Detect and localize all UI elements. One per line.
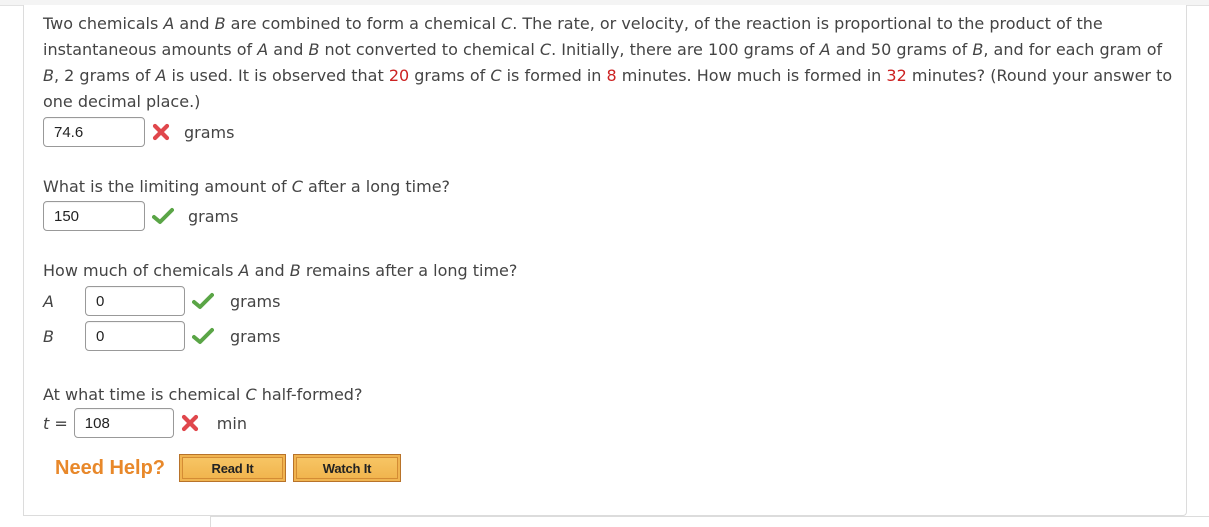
variable-c: C (291, 177, 303, 196)
question-text-segment: and (268, 40, 309, 59)
answer-row-limiting-amount: 150 grams (43, 201, 238, 231)
variable-a: A (238, 261, 250, 280)
unit-label: grams (188, 206, 239, 226)
variable: B (43, 66, 54, 85)
prompt-text: half-formed? (256, 385, 363, 404)
prompt-text: after a long time? (302, 177, 451, 196)
label-a: A (43, 291, 54, 311)
question-text-segment: and 50 grams of (830, 40, 973, 59)
need-help-label: Need Help? (55, 456, 166, 479)
variable-b: B (289, 261, 301, 280)
answer-input-remaining-b[interactable]: 0 (85, 321, 185, 351)
watch-it-button[interactable]: Watch It (293, 454, 402, 482)
variable: A (163, 14, 175, 33)
variable: C (539, 40, 552, 59)
equals-sign: = (49, 413, 68, 433)
label-b: B (43, 326, 54, 346)
question-text-segment: is used. It is observed that (166, 66, 389, 85)
variable-c: C (245, 385, 257, 404)
answer-input-remaining-a[interactable]: 0 (85, 286, 185, 316)
variable: C (490, 66, 502, 85)
variable: A (155, 66, 167, 85)
prompt-text: What is the limiting amount of (43, 177, 292, 196)
answer-input-grams-formed[interactable]: 74.6 (43, 117, 145, 147)
question-text-segment: , and for each gram of (983, 40, 1163, 59)
answer-input-half-formed-time[interactable]: 108 (73, 408, 174, 438)
question-text-segment: . Initially, there are 100 grams of (551, 40, 820, 59)
unit-label: grams (184, 122, 235, 142)
variable: B (214, 14, 226, 33)
answer-row-half-formed-time: t = 108 min (43, 408, 247, 438)
label-t: t = (43, 414, 68, 433)
answer-row-remaining-b: B 0 grams (43, 321, 280, 351)
variable: A (257, 40, 269, 59)
question-text-segment: not converted to chemical (319, 40, 540, 59)
unit-label: min (216, 413, 247, 433)
x-mark-icon (150, 121, 172, 143)
highlighted-value: 32 (886, 66, 907, 85)
variable: C (501, 14, 513, 33)
variable: B (308, 40, 320, 59)
question-text-segment: and (174, 14, 215, 33)
read-it-button[interactable]: Read It (179, 454, 287, 482)
help-section: Need Help? Read It Watch It (55, 454, 408, 482)
next-panel-edge (210, 516, 1209, 527)
check-mark-icon (192, 290, 214, 312)
answer-input-limiting-amount[interactable]: 150 (43, 201, 145, 231)
check-mark-icon (192, 325, 214, 347)
question-text-segment: minutes. How much is formed in (616, 66, 887, 85)
question-text: Two chemicals A and B are combined to fo… (43, 11, 1173, 115)
answer-row-grams-formed: 74.6 grams (43, 117, 234, 147)
answer-row-remaining-a: A 0 grams (43, 286, 280, 316)
question-text-segment: Two chemicals (43, 14, 164, 33)
prompt-text: At what time is chemical (43, 385, 246, 404)
prompt-text: How much of chemicals (43, 261, 239, 280)
x-mark-icon (179, 412, 201, 434)
prompt-text: remains after a long time? (300, 261, 518, 280)
read-it-label: Read It (182, 457, 284, 479)
question-text-segment: , 2 grams of (53, 66, 156, 85)
prompt-text: and (249, 261, 290, 280)
prompt-half-formed: At what time is chemical C half-formed? (43, 385, 362, 404)
watch-it-label: Watch It (296, 457, 399, 479)
variable: A (819, 40, 831, 59)
prompt-remaining-amounts: How much of chemicals A and B remains af… (43, 261, 517, 280)
question-text-segment: is formed in (501, 66, 607, 85)
prompt-limiting-amount: What is the limiting amount of C after a… (43, 177, 450, 196)
unit-label: grams (230, 291, 281, 311)
variable: B (972, 40, 984, 59)
check-mark-icon (152, 205, 174, 227)
highlighted-value: 20 (388, 66, 410, 85)
highlighted-value: 8 (606, 66, 617, 85)
unit-label: grams (230, 326, 281, 346)
question-text-segment: grams of (409, 66, 491, 85)
question-text-segment: are combined to form a chemical (225, 14, 502, 33)
